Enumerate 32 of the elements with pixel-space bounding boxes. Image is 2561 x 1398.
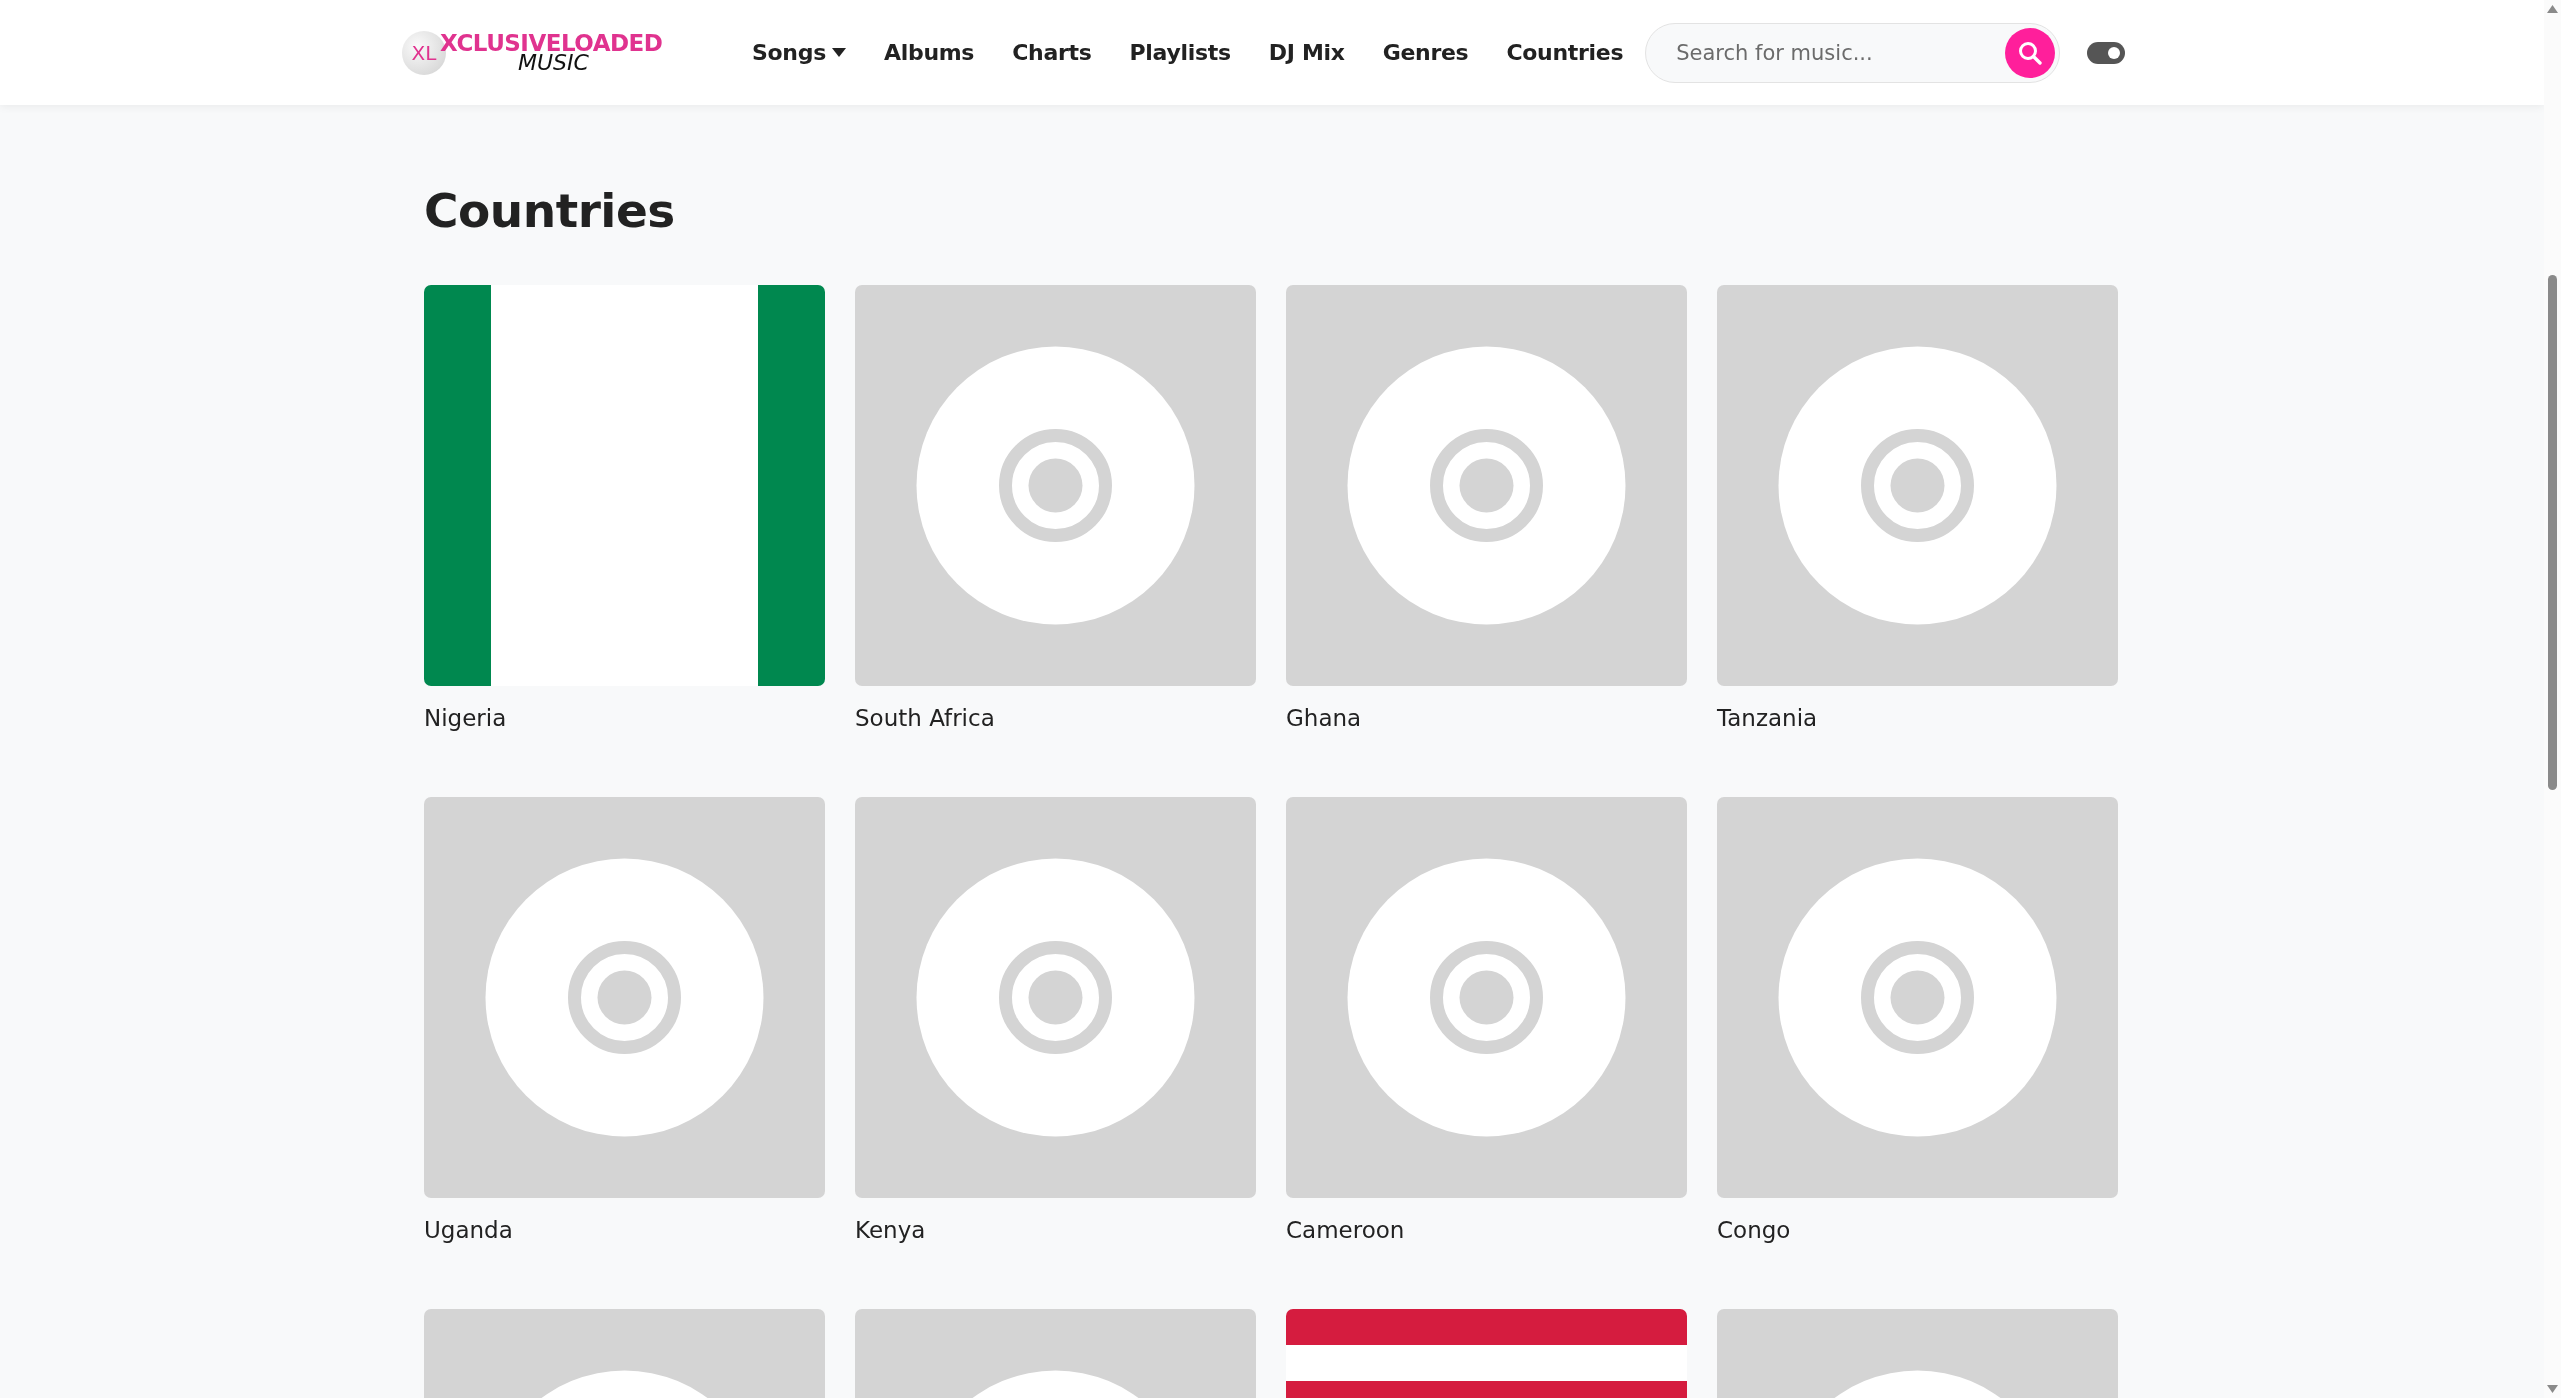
- nav-dropdown[interactable]: Songs: [752, 40, 846, 65]
- flag-drawing[interactable]: [424, 285, 825, 686]
- nav-link[interactable]: Charts: [1012, 40, 1092, 65]
- country-name[interactable]: Cameroon: [1286, 1217, 1687, 1243]
- disc-placeholder-drawing[interactable]: [855, 285, 1256, 686]
- scroll-down-icon[interactable]: [2547, 1385, 2558, 1393]
- country-name[interactable]: Kenya: [855, 1217, 1256, 1243]
- logo-tagline: MUSIC: [518, 51, 589, 74]
- country-name[interactable]: Nigeria: [424, 705, 825, 731]
- search-icon: [2017, 39, 2044, 66]
- nav-link[interactable]: Countries: [1506, 40, 1624, 65]
- disc-placeholder-drawing[interactable]: [1286, 797, 1687, 1198]
- disc-placeholder-drawing[interactable]: [424, 797, 825, 1198]
- nav-link[interactable]: Albums: [883, 40, 975, 65]
- country-name[interactable]: Tanzania: [1717, 705, 2118, 731]
- country-name[interactable]: South Africa: [855, 705, 1256, 731]
- country-name[interactable]: Congo: [1717, 1217, 2118, 1243]
- nav-link[interactable]: DJ Mix: [1268, 40, 1345, 65]
- caret-icon: [831, 48, 846, 57]
- disc-placeholder-drawing[interactable]: [1286, 285, 1687, 686]
- search-field[interactable]: Search for music...: [1645, 22, 2061, 83]
- nav-link[interactable]: Playlists: [1129, 40, 1231, 65]
- scroll-up-icon[interactable]: [2547, 5, 2558, 13]
- scrollbar-thumb[interactable]: [2548, 275, 2557, 790]
- theme-toggle[interactable]: [2087, 41, 2126, 64]
- country-name[interactable]: Ghana: [1286, 705, 1687, 731]
- disc-placeholder-drawing[interactable]: [1717, 285, 2118, 686]
- nav-link[interactable]: Genres: [1382, 40, 1469, 65]
- country-name[interactable]: Uganda: [424, 1217, 825, 1243]
- disc-placeholder-drawing[interactable]: [855, 797, 1256, 1198]
- page-title: Countries: [424, 183, 676, 238]
- disc-placeholder-drawing[interactable]: [1717, 797, 2118, 1198]
